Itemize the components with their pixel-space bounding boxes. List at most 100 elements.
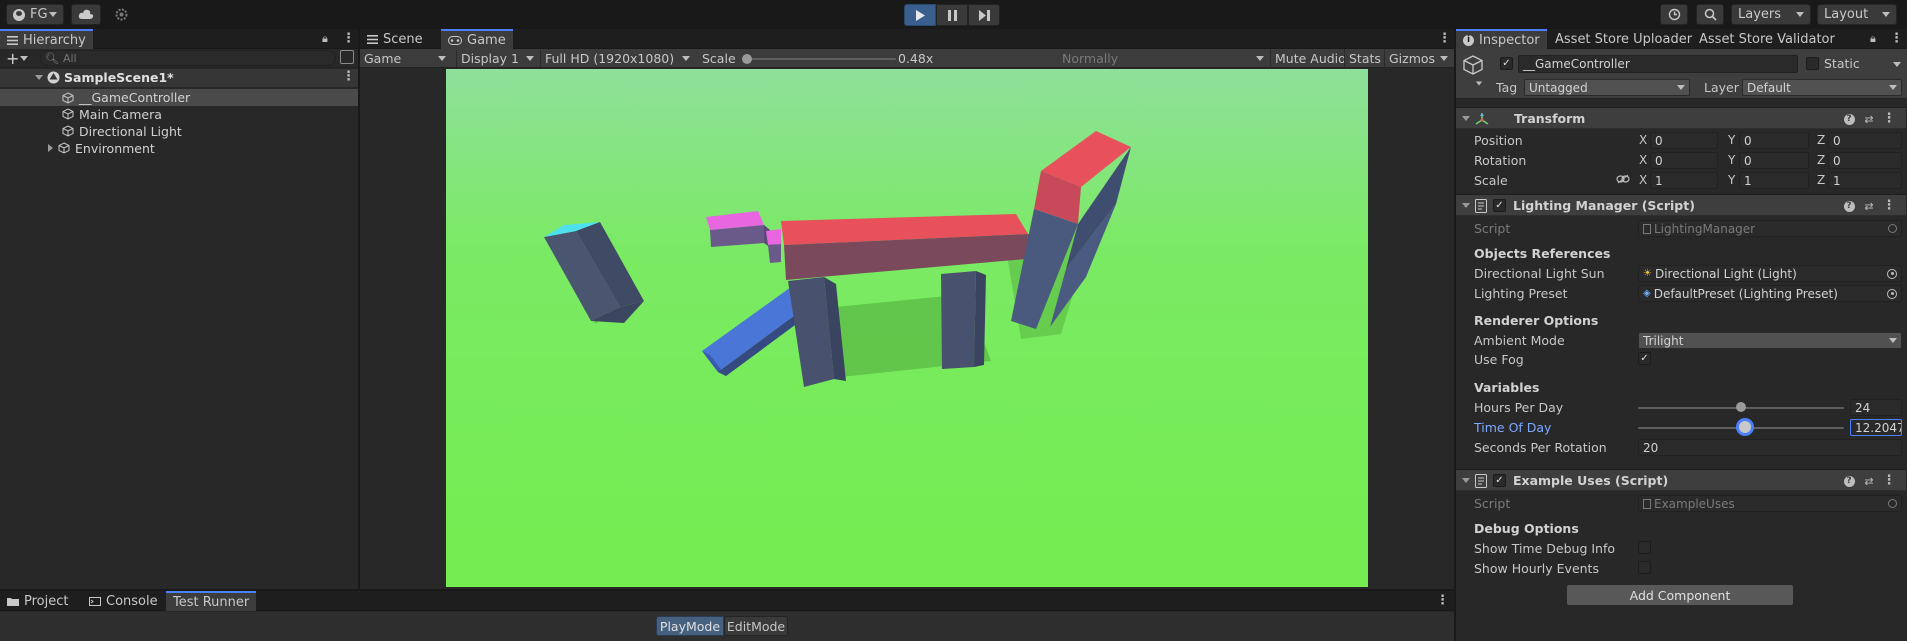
- example-uses-header[interactable]: ✓ Example Uses (Script) ? ⇄ ⋮: [1456, 469, 1906, 491]
- chevron-down-icon[interactable]: [1475, 81, 1483, 86]
- tab-scene[interactable]: Scene: [360, 29, 430, 49]
- more-options-icon[interactable]: ⋮: [1882, 473, 1896, 488]
- scene-row[interactable]: SampleScene1* ⋮: [0, 69, 358, 87]
- tab-hierarchy[interactable]: Hierarchy: [0, 29, 93, 49]
- game-viewport[interactable]: [446, 69, 1368, 587]
- help-icon[interactable]: ?: [1842, 474, 1856, 488]
- tab-asset-store-validator[interactable]: Asset Store Validator: [1692, 29, 1842, 49]
- chevron-down-icon[interactable]: [1462, 203, 1470, 208]
- chevron-right-icon[interactable]: [48, 144, 53, 152]
- vsync-dropdown[interactable]: Normally: [1062, 50, 1268, 67]
- more-options-icon[interactable]: ⋮: [1436, 593, 1449, 608]
- tab-asset-store-uploader[interactable]: Asset Store Uploader: [1548, 29, 1699, 49]
- object-picker-icon[interactable]: [1887, 268, 1897, 279]
- position-y-field[interactable]: 0: [1739, 132, 1809, 149]
- lock-icon[interactable]: 🔒︎: [322, 32, 328, 46]
- object-name-field[interactable]: __GameController: [1518, 55, 1798, 73]
- stats-toggle[interactable]: Stats: [1344, 49, 1385, 68]
- add-component-button[interactable]: Add Component: [1566, 584, 1794, 606]
- rotation-x-field[interactable]: 0: [1650, 152, 1718, 169]
- chevron-down-icon[interactable]: [35, 75, 43, 80]
- more-options-icon[interactable]: ⋮: [1438, 31, 1451, 46]
- chevron-down-icon[interactable]: [1893, 62, 1901, 67]
- chevron-down-icon[interactable]: [1462, 478, 1470, 483]
- resolution-label: Full HD (1920x1080): [545, 51, 675, 66]
- hours-slider-thumb[interactable]: [1736, 402, 1746, 412]
- chevron-down-icon[interactable]: [1462, 116, 1470, 121]
- use-fog-checkbox[interactable]: ✓: [1638, 352, 1651, 365]
- layout-dropdown[interactable]: Layout: [1817, 4, 1897, 25]
- lighting-manager-enabled-checkbox[interactable]: ✓: [1493, 199, 1506, 212]
- collab-button[interactable]: [107, 4, 135, 25]
- preset-field[interactable]: ◈ DefaultPreset (Lighting Preset): [1638, 285, 1902, 302]
- position-x-field[interactable]: 0: [1650, 132, 1718, 149]
- resolution-dropdown[interactable]: Full HD (1920x1080): [540, 50, 694, 67]
- tab-inspector[interactable]: i Inspector: [1456, 29, 1547, 49]
- show-time-debug-checkbox[interactable]: [1638, 541, 1651, 554]
- hierarchy-search-input[interactable]: [62, 51, 323, 65]
- more-options-icon[interactable]: ⋮: [1882, 111, 1896, 126]
- more-options-icon[interactable]: ⋮: [342, 31, 355, 46]
- rotation-y-field[interactable]: 0: [1739, 152, 1809, 169]
- account-dropdown[interactable]: FG: [6, 4, 64, 25]
- hierarchy-item-main-camera[interactable]: Main Camera: [62, 106, 392, 122]
- hierarchy-item-gamecontroller[interactable]: __GameController: [0, 89, 358, 106]
- lock-icon[interactable]: 🔒︎: [1870, 32, 1876, 46]
- sun-field[interactable]: ☀ Directional Light (Light): [1638, 265, 1902, 282]
- rotation-z-field[interactable]: 0: [1828, 152, 1902, 169]
- scene-visibility-icon[interactable]: [340, 50, 354, 64]
- play-button[interactable]: [904, 4, 936, 26]
- position-z-field[interactable]: 0: [1828, 132, 1902, 149]
- transform-header[interactable]: Transform ? ⇄ ⋮: [1456, 107, 1906, 129]
- layer-dropdown[interactable]: Default: [1742, 79, 1902, 96]
- playmode-button[interactable]: PlayMode: [656, 616, 724, 636]
- gizmos-dropdown[interactable]: Gizmos: [1384, 49, 1452, 68]
- help-icon[interactable]: ?: [1842, 199, 1856, 213]
- preset-icon[interactable]: ⇄: [1862, 199, 1876, 213]
- scale-slider-thumb[interactable]: [742, 54, 752, 64]
- search-button[interactable]: [1696, 4, 1724, 25]
- game-mode-dropdown[interactable]: Game: [364, 50, 450, 67]
- object-picker-icon[interactable]: [1887, 288, 1897, 299]
- scale-slider-track[interactable]: [746, 58, 896, 60]
- add-icon[interactable]: +: [6, 49, 19, 68]
- display-dropdown[interactable]: Display 1: [456, 50, 538, 67]
- link-icon[interactable]: [1616, 174, 1630, 184]
- tab-console[interactable]: Console: [82, 591, 165, 611]
- tab-project[interactable]: Project: [0, 591, 75, 611]
- scale-x-field[interactable]: 1: [1650, 172, 1718, 189]
- preset-icon[interactable]: ⇄: [1862, 112, 1876, 126]
- more-options-icon[interactable]: ⋮: [1890, 31, 1903, 46]
- time-slider-thumb[interactable]: [1739, 421, 1751, 433]
- hours-per-day-field[interactable]: 24: [1850, 399, 1902, 416]
- seconds-per-rotation-field[interactable]: 20: [1638, 439, 1902, 456]
- hierarchy-search[interactable]: 🔍︎: [40, 50, 336, 66]
- hierarchy-item-directional-light[interactable]: Directional Light: [62, 123, 392, 139]
- editmode-button[interactable]: EditMode: [724, 616, 788, 636]
- layers-dropdown[interactable]: Layers: [1731, 4, 1811, 25]
- static-checkbox[interactable]: [1806, 57, 1819, 70]
- mute-audio-toggle[interactable]: Mute Audio: [1270, 49, 1350, 68]
- example-uses-enabled-checkbox[interactable]: ✓: [1493, 474, 1506, 487]
- hierarchy-item-environment[interactable]: Environment: [48, 140, 378, 156]
- tag-dropdown[interactable]: Untagged: [1524, 79, 1690, 96]
- tab-game[interactable]: Game: [441, 29, 513, 49]
- time-of-day-field[interactable]: 12.2047: [1850, 419, 1902, 436]
- history-button[interactable]: [1660, 4, 1688, 25]
- ambient-mode-dropdown[interactable]: Trilight: [1638, 332, 1902, 349]
- cloud-button[interactable]: [71, 4, 101, 25]
- scale-y-field[interactable]: 1: [1739, 172, 1809, 189]
- active-checkbox[interactable]: ✓: [1500, 57, 1513, 70]
- scale-z-field[interactable]: 1: [1828, 172, 1902, 189]
- step-button[interactable]: [968, 4, 1000, 26]
- preset-icon[interactable]: ⇄: [1862, 474, 1876, 488]
- help-icon[interactable]: ?: [1842, 112, 1856, 126]
- show-hourly-events-checkbox[interactable]: [1638, 561, 1651, 574]
- chevron-down-icon[interactable]: [20, 56, 28, 61]
- more-options-icon[interactable]: ⋮: [342, 69, 355, 84]
- more-options-icon[interactable]: ⋮: [1882, 198, 1896, 213]
- tab-test-runner[interactable]: Test Runner: [166, 591, 257, 611]
- pause-button[interactable]: [936, 4, 968, 26]
- lighting-manager-header[interactable]: ✓ Lighting Manager (Script) ? ⇄ ⋮: [1456, 194, 1906, 216]
- gameobject-icon[interactable]: [1462, 54, 1484, 76]
